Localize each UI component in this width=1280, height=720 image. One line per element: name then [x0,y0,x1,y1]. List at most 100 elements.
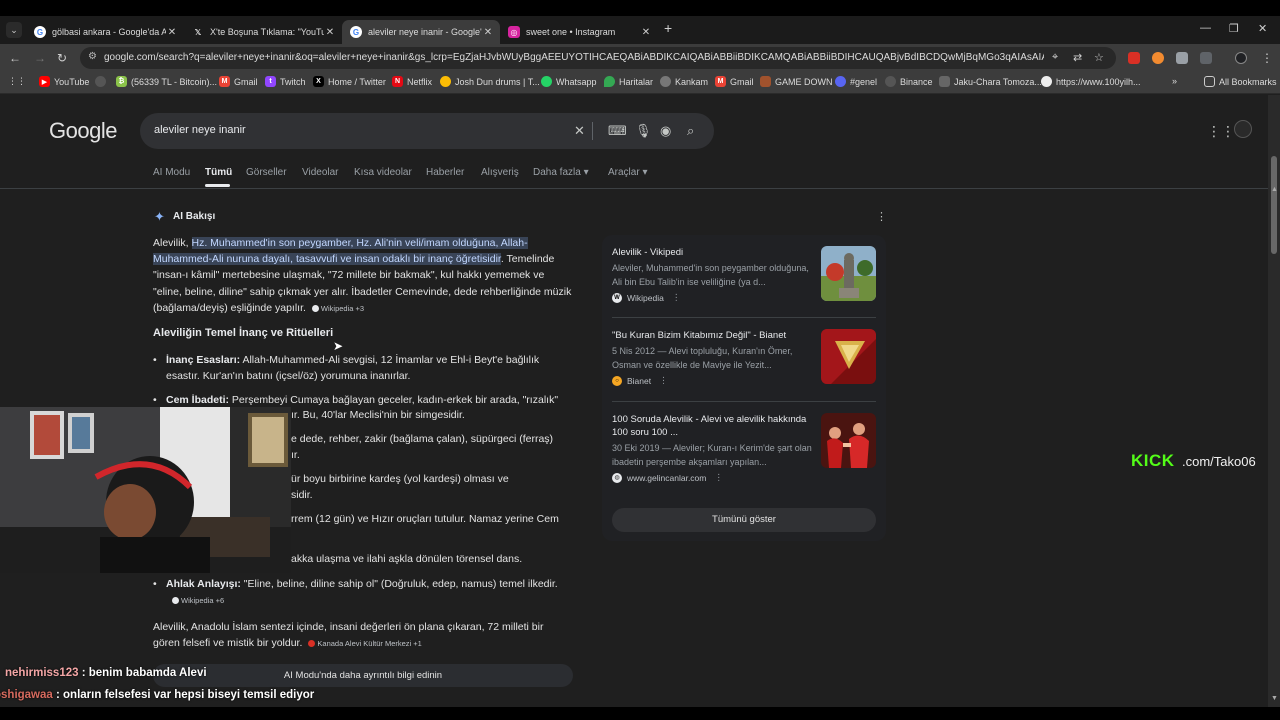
bookmark-youtube[interactable]: ▶ YouTube [39,76,89,87]
url-text[interactable]: google.com/search?q=aleviler+neye+inanir… [104,52,1044,63]
bookmark-kankam[interactable]: Kankam [660,76,708,87]
reload-icon[interactable]: ↻ [57,51,67,65]
source-thumbnail[interactable] [821,413,876,468]
minimize-button[interactable]: — [1200,22,1211,34]
active-tab-indicator [205,184,230,187]
bookmark-star-icon[interactable]: ☆ [1094,51,1104,64]
scroll-up-icon[interactable]: ▲ [1271,186,1278,193]
tab-strip: ⌄ G gölbasi ankara - Google'da Ara ✕ 𝕏 X… [0,16,1280,44]
close-icon[interactable]: ✕ [166,27,178,38]
source-title[interactable]: 100 Soruda Alevilik - Alevi ve alevilik … [612,413,818,439]
bookmark-twitter[interactable]: X Home / Twitter [313,76,386,87]
forward-icon[interactable]: → [34,51,46,65]
lens-icon[interactable]: ◉ [660,123,671,139]
bookmarks-overflow-icon[interactable]: » [1172,76,1177,86]
bookmark-game-down[interactable]: GAME DOWN [760,76,833,87]
source-card[interactable]: Alevilik - Vikipedi Aleviler, Muhammed'i… [612,246,818,303]
profile-icon[interactable] [1235,52,1247,64]
translate-icon[interactable]: ⇄ [1073,51,1082,64]
scroll-down-icon[interactable]: ▼ [1271,695,1278,702]
list-item: Ahlak Anlayışı: "Eline, beline, diline s… [153,576,573,610]
bookmark-josh-dun[interactable]: Josh Dun drums | T... [440,76,540,87]
address-bar[interactable]: ⚙ google.com/search?q=aleviler+neye+inan… [80,47,1116,69]
more-options-icon[interactable]: ⋮ [714,472,723,483]
bookmark-binance[interactable]: Binance [885,76,933,87]
site-info-icon[interactable]: ⚙ [88,51,97,62]
back-icon[interactable]: ← [9,51,21,65]
search-divider [592,122,593,140]
tab-search-button[interactable]: ⌄ [6,22,22,38]
bookmark-jaku-chara[interactable]: Jaku-Chara Tomoza... [939,76,1042,87]
tab-title: X'te Boşuna Tıklama: "YouTube [210,27,324,37]
tab-images[interactable]: Görseller [246,167,287,178]
tab-ai-mode[interactable]: AI Modu [153,167,190,178]
extension-icon[interactable] [1128,52,1140,64]
bianet-icon: ○ [612,375,622,386]
chat-username: oshigawaa [0,689,53,701]
tab-shopping[interactable]: Alışveriş [481,167,519,178]
tab-tools[interactable]: Araçlar ▾ [608,167,648,178]
google-logo[interactable]: Google [49,118,117,144]
source-card[interactable]: 100 Soruda Alevilik - Alevi ve alevilik … [612,413,818,483]
bookmark-100yil[interactable]: https://www.100yilh... [1041,76,1141,87]
more-options-icon[interactable]: ⋮ [659,375,668,386]
browser-tab[interactable]: G gölbasi ankara - Google'da Ara ✕ [26,20,184,44]
search-box[interactable]: aleviler neye inanir ✕ ⌨ 🎙 ◉ ⌕ [140,113,714,149]
site-icon [660,76,671,87]
tab-title: gölbasi ankara - Google'da Ara [52,27,166,37]
show-all-button[interactable]: Tümünü göster [612,508,876,532]
source-card[interactable]: "Bu Kuran Bizim Kitabımız Değil" - Biane… [612,329,818,386]
bookmark-bitcoin[interactable]: ₿ (56339 TL - Bitcoin)... [116,76,217,87]
ai-mode-more-button[interactable]: AI Modu'nda daha ayrıntılı bilgi edinin [153,664,573,687]
tab-more[interactable]: Daha fazla ▾ [533,167,589,178]
tab-news[interactable]: Haberler [426,167,464,178]
highlighted-text[interactable]: Hz. Muhammed'in son peygamber, Hz. Ali'n… [153,237,528,266]
clear-icon[interactable]: ✕ [574,123,585,139]
bookmark-genel[interactable]: #genel [835,76,877,87]
more-options-icon[interactable]: ⋮ [876,210,887,223]
extension-icon[interactable] [1152,52,1164,64]
source-chip[interactable]: Wikipedia +3 [309,300,367,318]
keyboard-icon[interactable]: ⌨ [608,123,627,139]
browser-tab-active[interactable]: G aleviler neye inanir - Google'da ✕ [342,20,500,44]
more-options-icon[interactable]: ⋮ [672,292,681,303]
search-input[interactable]: aleviler neye inanir [154,124,246,136]
search-icon[interactable]: ⌕ [687,123,694,139]
close-icon[interactable]: ✕ [482,27,494,38]
window-close-button[interactable]: ✕ [1258,22,1267,35]
menu-dots-icon[interactable]: ⋮ [1261,51,1273,65]
extension-icon[interactable] [1176,52,1188,64]
avatar[interactable] [1234,120,1252,138]
tab-short-videos[interactable]: Kısa videolar [354,167,412,178]
tab-all[interactable]: Tümü [205,167,232,178]
partial-text: akka ulaşma ve ilahi aşkla dönülen tören… [291,553,523,565]
new-tab-button[interactable]: + [664,20,672,36]
source-chip[interactable]: Wikipedia +6 [169,592,227,610]
bookmark-gmail[interactable]: M Gmail [219,76,258,87]
apps-grid-icon[interactable]: ⋮⋮ [8,76,26,87]
browser-tab[interactable]: ◎ sweet one • Instagram ✕ [500,20,658,44]
source-chip[interactable]: Kanada Alevi Kültür Merkezi +1 [305,635,424,653]
bookmark-netflix[interactable]: N Netflix [392,76,432,87]
close-icon[interactable]: ✕ [640,27,652,38]
tab-videos[interactable]: Videolar [302,167,339,178]
microphone-icon[interactable]: 🎙 [635,123,652,139]
source-thumbnail[interactable] [821,246,876,301]
extensions-puzzle-icon[interactable] [1200,52,1212,64]
all-bookmarks[interactable]: All Bookmarks [1204,76,1277,87]
bookmark-maps[interactable]: Haritalar [604,76,653,87]
scrollbar-thumb[interactable] [1271,156,1277,254]
source-title[interactable]: "Bu Kuran Bizim Kitabımız Değil" - Biane… [612,329,818,342]
bookmark-twitch[interactable]: t Twitch [265,76,306,87]
browser-tab[interactable]: 𝕏 X'te Boşuna Tıklama: "YouTube ✕ [184,20,342,44]
bookmark-globe[interactable] [95,76,110,87]
source-thumbnail[interactable] [821,329,876,384]
close-icon[interactable]: ✕ [324,27,336,38]
bookmark-gmail-2[interactable]: M Gmail [715,76,754,87]
source-title[interactable]: Alevilik - Vikipedi [612,246,818,259]
gmail-icon: M [715,76,726,87]
site-icon [308,640,316,648]
restore-button[interactable]: ❐ [1229,22,1239,35]
bookmark-whatsapp[interactable]: Whatsapp [541,76,597,87]
location-icon[interactable]: ⌖ [1052,51,1058,64]
